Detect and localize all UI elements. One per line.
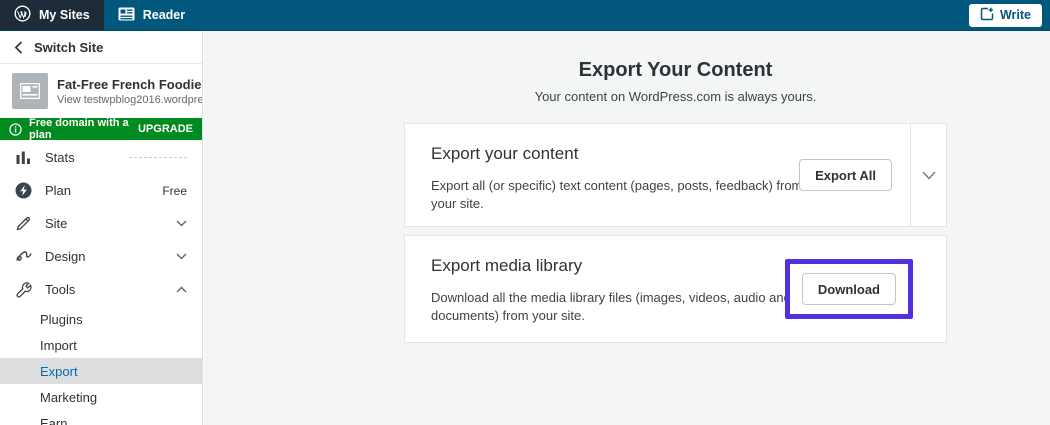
site-placeholder-icon [12, 73, 48, 109]
site-text: Fat-Free French Foodie View testwpblog20… [57, 77, 202, 106]
card-title: Export your content [431, 144, 799, 164]
chevron-up-icon [176, 286, 187, 293]
switch-site-button[interactable]: Switch Site [0, 31, 202, 64]
stats-icon [14, 151, 33, 165]
export-content-card: Export your content Export all (or speci… [404, 123, 947, 227]
write-label: Write [1000, 8, 1031, 22]
chevron-down-icon [922, 171, 936, 180]
upgrade-banner-action[interactable]: UPGRADE [138, 123, 193, 135]
export-all-button[interactable]: Export All [799, 159, 892, 191]
sidebar-menu: Stats Plan Free Site [0, 140, 202, 425]
wordpress-logo-icon [14, 5, 31, 25]
site-url: View testwpblog2016.wordpress.com [57, 94, 202, 106]
sidebar-item-label: Plan [45, 183, 71, 198]
reader-button[interactable]: Reader [104, 0, 199, 30]
export-media-card-body: Export media library Download all the me… [405, 236, 785, 342]
chevron-down-icon [176, 220, 187, 227]
back-chevron-icon [14, 41, 23, 54]
masterbar-spacer [199, 0, 969, 30]
download-button[interactable]: Download [802, 273, 896, 305]
export-media-card: Export media library Download all the me… [404, 235, 947, 343]
export-all-action: Export All [799, 124, 910, 226]
sidebar-item-plugins[interactable]: Plugins [0, 306, 202, 332]
upgrade-banner[interactable]: Free domain with a plan UPGRADE [0, 118, 202, 140]
squiggle-icon [14, 250, 33, 263]
write-button[interactable]: Write [969, 4, 1042, 27]
sidebar-item-label: Design [45, 249, 85, 264]
sidebar-item-label: Tools [45, 282, 75, 297]
plan-icon [14, 182, 33, 199]
pencil-icon [14, 216, 33, 231]
sidebar-item-export[interactable]: Export [0, 358, 202, 384]
reader-icon [118, 7, 135, 24]
main-content: Export Your Content Your content on Word… [204, 31, 1050, 425]
plan-badge: Free [162, 184, 187, 198]
sidebar-item-site[interactable]: Site [0, 207, 202, 240]
switch-site-label: Switch Site [34, 40, 103, 55]
masterbar: My Sites Reader Write [0, 0, 1050, 31]
submenu-item-label: Marketing [40, 390, 97, 405]
upgrade-banner-text: Free domain with a plan [29, 117, 131, 141]
submenu-item-label: Import [40, 338, 77, 353]
site-title: Fat-Free French Foodie [57, 77, 202, 92]
sidebar-item-design[interactable]: Design [0, 240, 202, 273]
card-title: Export media library [431, 256, 785, 276]
sidebar-item-label: Site [45, 216, 67, 231]
card-description: Export all (or specific) text content (p… [431, 177, 811, 213]
wrench-icon [14, 282, 33, 298]
expand-card-button[interactable] [910, 124, 946, 226]
info-icon [9, 123, 22, 136]
page-title: Export Your Content [404, 31, 947, 82]
submenu-item-label: Earn [40, 416, 67, 425]
sidebar-item-import[interactable]: Import [0, 332, 202, 358]
page-subtitle: Your content on WordPress.com is always … [404, 89, 947, 104]
my-sites-label: My Sites [39, 8, 90, 22]
sidebar-item-earn[interactable]: Earn [0, 410, 202, 425]
chevron-down-icon [176, 253, 187, 260]
download-action: Download [785, 236, 946, 342]
sidebar-item-tools[interactable]: Tools [0, 273, 202, 306]
submenu-item-label: Plugins [40, 312, 83, 327]
sidebar-item-plan[interactable]: Plan Free [0, 174, 202, 207]
highlight-annotation-box: Download [785, 259, 913, 319]
reader-label: Reader [143, 8, 185, 22]
stats-sparkline [129, 157, 187, 158]
my-sites-button[interactable]: My Sites [0, 0, 104, 30]
sidebar-item-stats[interactable]: Stats [0, 141, 202, 174]
sidebar: Switch Site Fat-Free French Foodie View … [0, 31, 203, 425]
sidebar-item-label: Stats [45, 150, 75, 165]
new-post-icon [980, 7, 994, 24]
export-content-card-body: Export your content Export all (or speci… [405, 124, 799, 226]
submenu-item-label: Export [40, 364, 78, 379]
card-description: Download all the media library files (im… [431, 289, 791, 325]
site-info[interactable]: Fat-Free French Foodie View testwpblog20… [0, 64, 202, 118]
sidebar-item-marketing[interactable]: Marketing [0, 384, 202, 410]
